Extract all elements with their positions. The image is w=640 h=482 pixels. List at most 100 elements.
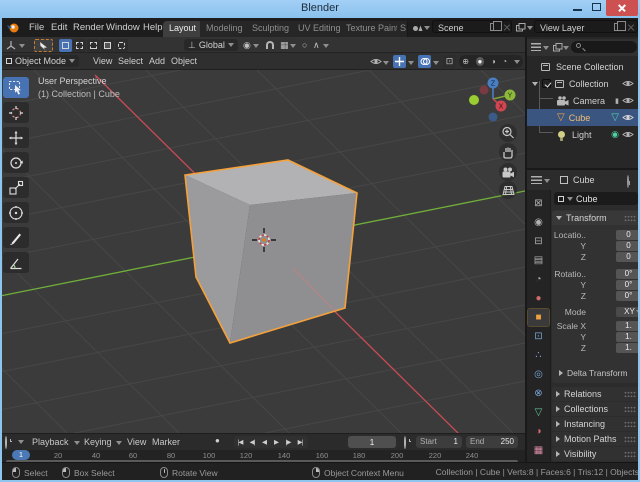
menu-render[interactable]: Render (70, 21, 107, 34)
mesh-data-icon[interactable]: ▽ (611, 112, 619, 123)
collection-expand-icon[interactable] (532, 82, 538, 86)
prev-keyframe-button[interactable]: ◀| (246, 438, 258, 446)
instancing-panel-header[interactable]: Instancing (552, 417, 640, 431)
titlebar[interactable]: Blender (0, 0, 640, 18)
scene-dropdown-caret[interactable] (424, 26, 430, 30)
timeline-editor-caret[interactable] (18, 440, 24, 444)
outliner-editor-caret[interactable] (543, 46, 549, 50)
gizmo-axis-z-neg[interactable] (489, 113, 498, 122)
select-mode-new-button[interactable] (59, 39, 72, 52)
keying-menu[interactable]: Keying (84, 437, 112, 447)
tool-move-button[interactable] (3, 127, 29, 148)
outliner-row-scene-collection[interactable]: Scene Collection (527, 58, 640, 75)
gizmos-caret[interactable] (408, 61, 414, 65)
play-button[interactable]: ▶ (270, 438, 282, 446)
timeline-view-menu[interactable]: View (127, 437, 146, 447)
eye-icon[interactable] (622, 130, 634, 139)
zoom-view-button[interactable] (499, 124, 517, 142)
collection-checkbox[interactable] (542, 79, 551, 88)
location-z-field[interactable]: 0 (616, 252, 640, 262)
outliner-row-light[interactable]: Light ◉ (527, 126, 640, 143)
tab-particles[interactable]: ∴ (528, 347, 549, 364)
relations-panel-header[interactable]: Relations (552, 387, 640, 401)
menu-window[interactable]: Window (103, 21, 143, 34)
eye-icon[interactable] (622, 79, 634, 88)
tool-annotate-button[interactable] (3, 227, 29, 248)
rotation-x-field[interactable]: 0° (616, 269, 640, 279)
tab-material[interactable]: ◑ (528, 423, 549, 440)
visibility-panel-header[interactable]: Visibility (552, 447, 640, 461)
tab-modeling[interactable]: Modeling (200, 21, 250, 37)
tool-transform-button[interactable] (3, 202, 29, 223)
tool-rotate-button[interactable] (3, 152, 29, 173)
next-keyframe-button[interactable]: |▶ (282, 438, 294, 446)
tool-measure-button[interactable] (3, 252, 29, 273)
play-reverse-button[interactable]: ◀ (258, 438, 270, 446)
tab-output[interactable]: ⊟ (528, 233, 549, 250)
editor-type-icon[interactable] (5, 40, 17, 50)
menu-select[interactable]: Select (115, 55, 146, 67)
timeline-editor-icon[interactable] (5, 436, 7, 449)
active-tool-button[interactable] (34, 39, 53, 52)
shading-caret[interactable] (514, 60, 520, 64)
transform-panel-header[interactable]: Transform (552, 211, 640, 225)
light-data-icon[interactable]: ◉ (611, 129, 619, 140)
view-layer-field[interactable]: View Layer (534, 20, 638, 33)
visibility-caret[interactable] (383, 61, 389, 65)
tab-shading-clipped[interactable]: S (397, 21, 408, 37)
view-layer-icon[interactable] (516, 23, 526, 32)
pin-icon[interactable] (627, 175, 629, 188)
overlays-toggle-button[interactable] (418, 55, 431, 68)
location-y-field[interactable]: 0 (616, 241, 640, 251)
gizmo-axis-x-neg[interactable] (480, 86, 489, 95)
tab-scene[interactable]: ◔ (528, 271, 549, 288)
gizmos-toggle-button[interactable] (393, 55, 406, 68)
tab-modifiers[interactable]: ⊡ (528, 328, 549, 345)
delta-transform-header[interactable]: Delta Transform (559, 368, 627, 378)
tab-constraints[interactable]: ⊗ (528, 385, 549, 402)
camera-data-icon[interactable]: ▮ (615, 97, 619, 105)
outliner-row-collection[interactable]: Collection (527, 75, 640, 92)
menu-help[interactable]: Help (140, 21, 166, 34)
proportional-edit-icon[interactable]: ○ (302, 40, 307, 50)
tab-texture-paint[interactable]: Texture Paint (340, 21, 406, 37)
outliner-row-camera[interactable]: Camera ▮ (527, 92, 640, 109)
start-frame-field[interactable]: Start 1 (416, 436, 462, 448)
outliner-row-cube[interactable]: ▽ Cube ▽ (527, 109, 640, 126)
tab-view-layer[interactable]: ▤ (528, 252, 549, 269)
tab-physics[interactable]: ◎ (528, 366, 549, 383)
eye-icon[interactable] (622, 113, 634, 122)
properties-editor-icon[interactable] (531, 176, 542, 184)
tool-scale-button[interactable] (3, 177, 29, 198)
view-layer-copy-icon[interactable] (614, 23, 621, 31)
snap-magnet-icon[interactable] (266, 41, 274, 49)
tab-sculpting[interactable]: Sculpting (246, 21, 296, 37)
close-button[interactable] (606, 0, 638, 16)
tab-tool[interactable]: ⊠ (528, 195, 549, 212)
use-preview-range-icon[interactable] (404, 436, 406, 449)
viewport-3d[interactable]: Z Y X User Perspective (1) Collection | … (0, 70, 525, 433)
pivot-point-icon[interactable]: ◉ (243, 40, 251, 51)
orientation-dropdown[interactable]: ⊥ Global (184, 39, 238, 51)
tab-object-data[interactable]: ▽ (528, 404, 549, 421)
cube-object[interactable] (185, 160, 357, 343)
end-frame-field[interactable]: End 250 (466, 436, 518, 448)
tab-render[interactable]: ◉ (528, 214, 549, 231)
shading-material-button[interactable]: ◑ (491, 57, 496, 66)
scene-unlink-icon[interactable] (503, 24, 511, 32)
rotation-z-field[interactable]: 0° (616, 291, 640, 301)
scale-x-field[interactable]: 1. (616, 321, 640, 331)
tab-layout[interactable]: Layout (163, 21, 202, 37)
jump-to-start-button[interactable]: |◀ (234, 438, 246, 446)
shading-rendered-button[interactable]: ◔ (502, 57, 507, 66)
select-mode-intersect-button[interactable] (115, 39, 128, 52)
camera-view-button[interactable] (499, 163, 517, 181)
select-mode-invert-button[interactable] (101, 39, 114, 52)
menu-object[interactable]: Object (168, 55, 200, 67)
snap-caret[interactable] (290, 44, 296, 48)
object-name-field[interactable]: Cube (554, 192, 638, 205)
snap-target-icon[interactable]: ▦ (280, 40, 289, 51)
current-frame-field[interactable]: 1 (348, 436, 396, 448)
rotation-y-field[interactable]: 0° (616, 280, 640, 290)
menu-file[interactable]: File (26, 21, 47, 34)
